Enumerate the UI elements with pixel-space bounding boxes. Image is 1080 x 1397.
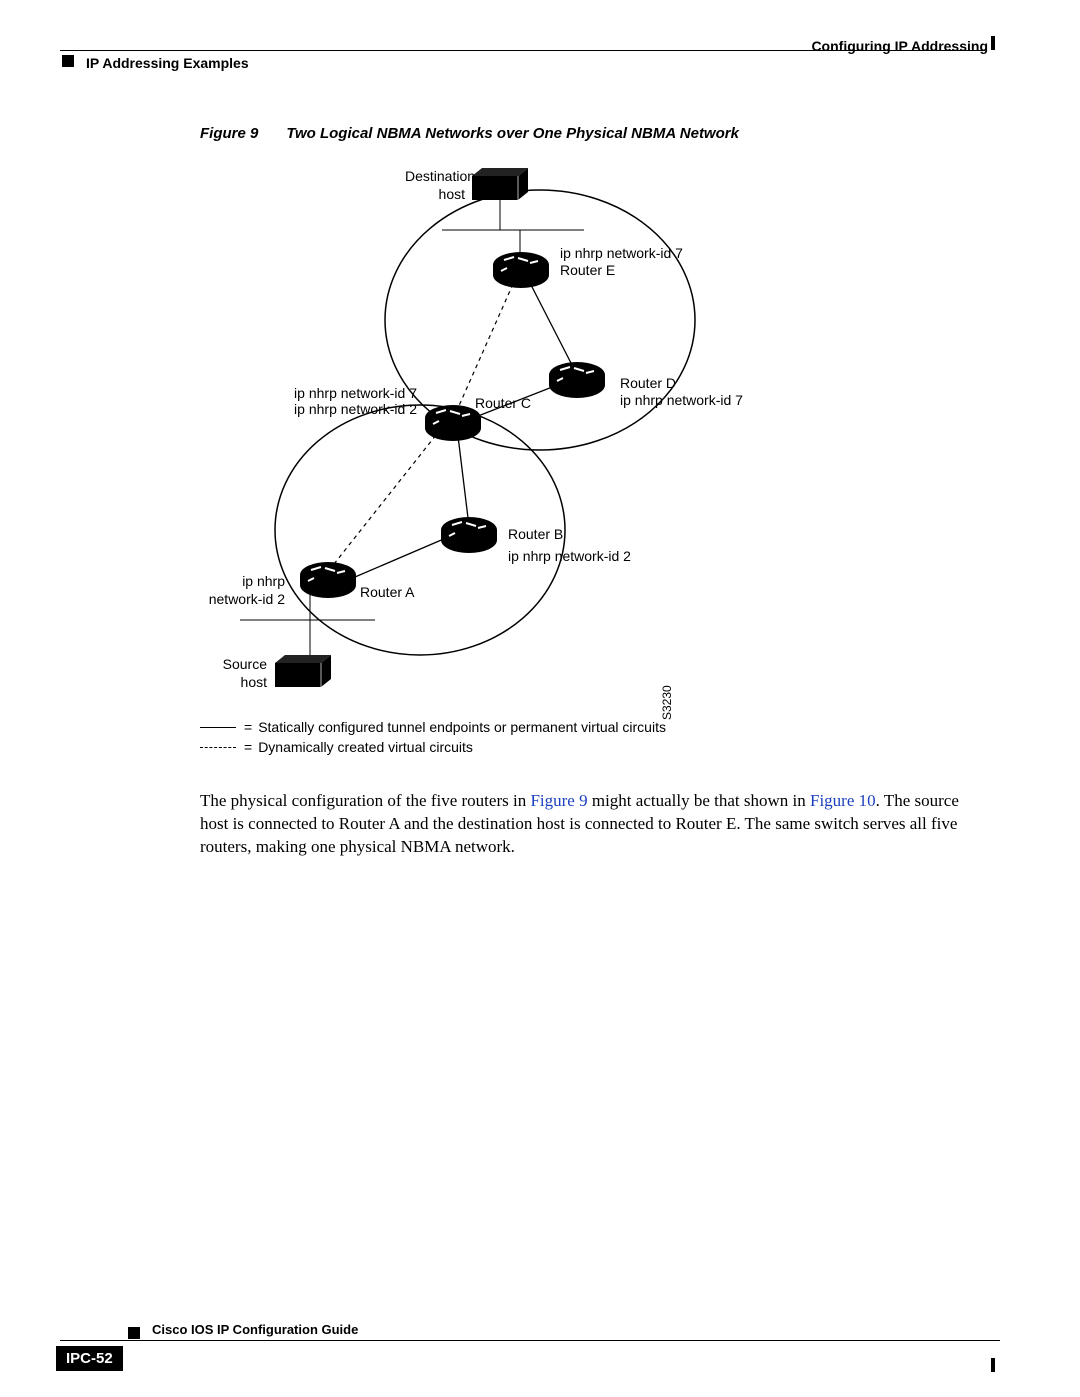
router-e-icon — [493, 252, 549, 288]
label-router-e: Router E — [560, 262, 615, 280]
legend-dynamic-text: Dynamically created virtual circuits — [258, 739, 473, 755]
header-square-icon — [62, 55, 74, 67]
label-router-d-id: ip nhrp network-id 7 — [620, 392, 743, 410]
router-a-icon — [300, 562, 356, 598]
figure-diagram: Destination host ip nhrp network-id 7 Ro… — [200, 160, 920, 760]
header-tick-right — [991, 36, 995, 50]
figure-caption: Figure 9 Two Logical NBMA Networks over O… — [200, 125, 739, 142]
label-router-c: Router C — [475, 395, 531, 413]
legend-static-text: Statically configured tunnel endpoints o… — [258, 719, 666, 735]
link-figure-10[interactable]: Figure 10 — [810, 791, 876, 810]
footer-tick-right — [991, 1358, 995, 1372]
label-router-c-id1: ip nhrp network-id 7 — [282, 385, 417, 403]
footer-rule — [60, 1340, 1000, 1341]
figure-legend: = Statically configured tunnel endpoints… — [200, 715, 666, 759]
running-header-left: IP Addressing Examples — [86, 55, 249, 71]
label-source-host: Source host — [217, 656, 267, 691]
label-router-d: Router D — [620, 375, 676, 393]
figure-label: Figure 9 — [200, 125, 258, 142]
label-router-c-id2: ip nhrp network-id 2 — [282, 401, 417, 419]
label-router-b: Router B — [508, 526, 563, 544]
page-number: IPC-52 — [56, 1346, 123, 1371]
footer-guide-title: Cisco IOS IP Configuration Guide — [152, 1322, 358, 1337]
dashed-line-icon — [200, 747, 236, 748]
label-dest-host: Destination host — [405, 168, 465, 203]
router-b-icon — [441, 517, 497, 553]
label-router-a-id: ip nhrp network-id 2 — [200, 573, 285, 608]
router-c-icon — [425, 405, 481, 441]
figure-title: Two Logical NBMA Networks over One Physi… — [286, 125, 739, 142]
solid-line-icon — [200, 727, 236, 728]
running-header-right: Configuring IP Addressing — [811, 38, 988, 54]
label-router-e-id: ip nhrp network-id 7 — [560, 245, 683, 263]
body-t1: The physical configuration of the five r… — [200, 791, 530, 810]
router-d-icon — [549, 362, 605, 398]
figure-code: S3230 — [660, 685, 674, 720]
label-router-b-id: ip nhrp network-id 2 — [508, 548, 631, 566]
footer-square-icon — [128, 1327, 140, 1339]
link-figure-9[interactable]: Figure 9 — [530, 791, 587, 810]
body-paragraph: The physical configuration of the five r… — [200, 790, 990, 859]
body-t2: might actually be that shown in — [588, 791, 810, 810]
label-router-a: Router A — [360, 584, 414, 602]
